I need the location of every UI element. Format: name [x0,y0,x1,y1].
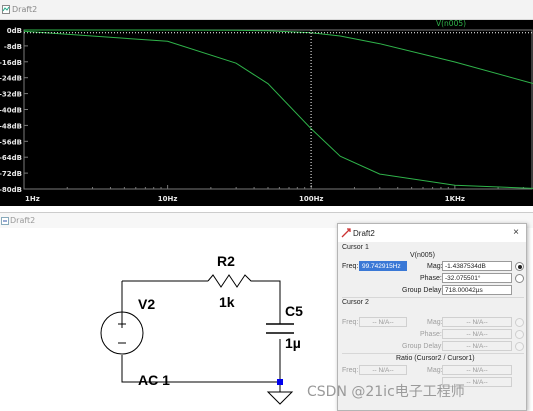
capacitor-c5[interactable] [266,323,294,334]
group-delay2-label: Group Delay: [402,343,444,350]
mag-field[interactable]: -1.4387534dB [442,261,512,271]
freq-ratio-label: Freq: [342,367,359,374]
close-icon[interactable]: × [513,227,519,238]
dialog-titlebar[interactable]: Draft2 × [338,224,526,242]
separator [342,297,524,298]
junction [277,379,283,385]
freq-label: Freq: [342,263,359,270]
phase-radio[interactable] [515,274,524,283]
waveform-icon [2,5,10,14]
phase2-radio[interactable] [515,330,524,339]
y-tick-label: -40dB [0,107,22,115]
waveform-window: Draft2 0dB -8dB -16dB -24dB -32dB -40dB -48dB -… [0,0,533,206]
y-tick-label: -48dB [0,122,22,130]
y-tick-label: -16dB [0,59,22,67]
y-tick-label: -56dB [0,138,22,146]
plot-frame [23,29,533,190]
ground-symbol [266,391,294,405]
freq-input[interactable]: 99.742915Hz [359,261,407,271]
waveform-title: Draft2 [12,5,38,14]
ratio-label: Ratio (Cursor2 / Cursor1) [396,355,475,362]
cursor-probe-icon [341,228,351,238]
cursor1-group-label: Cursor 1 [342,244,369,251]
y-tick-label: -72dB [0,170,22,178]
dialog-title: Draft2 [353,229,375,238]
phase2-label: Phase: [420,331,442,338]
x-tick-label: 1Hz [25,195,40,203]
v2-name: V2 [138,296,156,312]
group-delay2-field[interactable]: -- N/A-- [442,341,512,351]
y-tick-label: -8dB [4,43,22,51]
waveform-titlebar[interactable]: Draft2 [0,0,533,20]
mag2-field[interactable]: -- N/A-- [442,317,512,327]
phase-label: Phase: [420,275,442,282]
bode-plot[interactable]: 0dB -8dB -16dB -24dB -32dB -40dB -48dB -56dB -64… [0,19,533,206]
freq-ratio-field[interactable]: -- N/A-- [359,365,407,375]
y-tick-label: -80dB [0,186,22,194]
x-tick-label: 100Hz [299,195,324,203]
r2-name: R2 [217,253,235,269]
trace-name: V(n005) [410,252,435,259]
mag-label: Mag: [427,263,443,270]
mag2-label: Mag: [427,319,443,326]
group-delay-label: Group Delay: [402,287,444,294]
mag2-radio[interactable] [515,318,524,327]
x-tick-label: 10Hz [158,195,178,203]
c5-name: C5 [285,303,303,319]
phase2-field[interactable]: -- N/A-- [442,329,512,339]
r2-value: 1k [219,294,235,310]
group-delay2-radio[interactable] [515,342,524,351]
resistor-r2[interactable] [207,274,256,288]
phase-field[interactable]: -32.075501° [442,273,512,283]
group-delay-field[interactable]: 718.00042µs [442,285,512,295]
y-tick-label: -64dB [0,154,22,162]
cursor2-group-label: Cursor 2 [342,299,369,306]
freq2-input[interactable]: -- N/A-- [359,317,407,327]
trace-secondary[interactable] [23,30,533,189]
c5-value: 1µ [285,335,301,351]
mag-radio[interactable] [515,262,524,271]
watermark: CSDN @21ic电子工程师 [307,384,465,400]
y-tick-label: 0dB [7,27,22,35]
plot-area[interactable]: 0dB -8dB -16dB -24dB -32dB -40dB -48dB -56dB -64… [0,19,533,206]
freq2-label: Freq: [342,319,359,326]
mag-ratio-label: Mag: [427,367,443,374]
v2-value: AC 1 [138,372,170,388]
y-tick-label: -32dB [0,91,22,99]
x-tick-label: 1KHz [445,195,465,203]
trace-v-n005[interactable] [24,29,533,84]
trace-legend-label[interactable]: V(n005) [436,19,466,28]
mag-ratio-field[interactable]: -- N/A-- [442,365,512,375]
y-tick-label: -24dB [0,75,22,83]
separator [342,353,524,354]
